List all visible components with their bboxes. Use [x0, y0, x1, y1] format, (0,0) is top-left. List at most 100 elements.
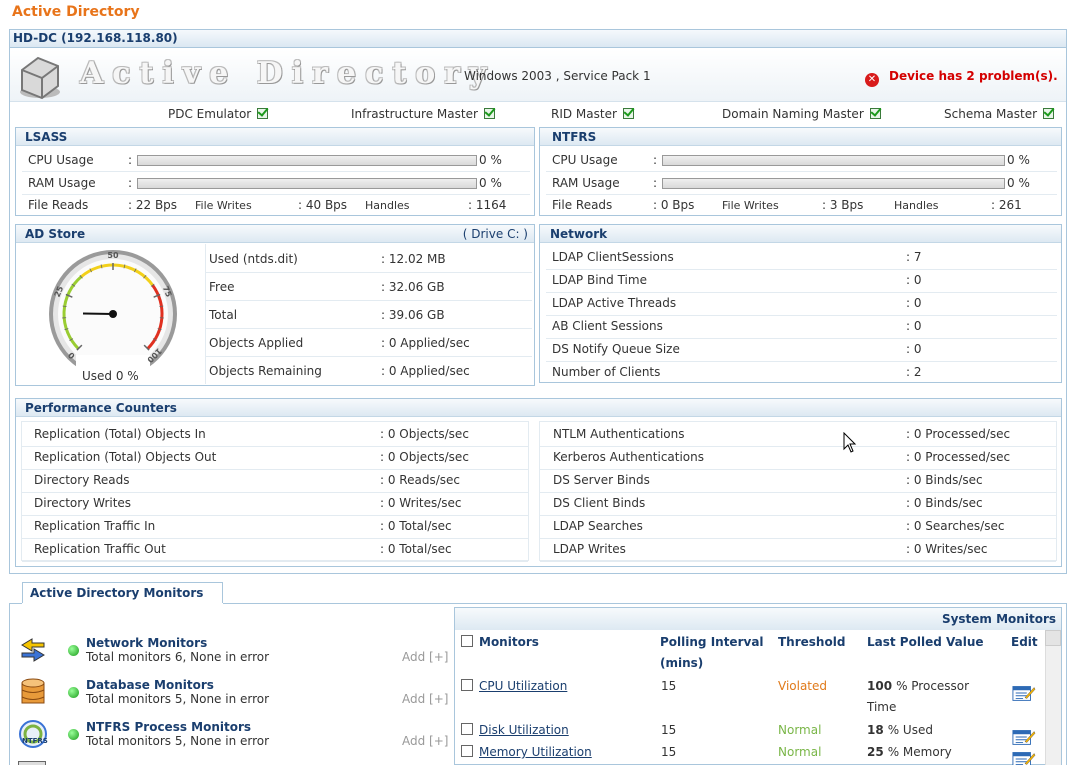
database-monitors-icon — [21, 678, 45, 704]
lsass-writes-value: : 40 Bps — [298, 198, 348, 212]
row-divider — [546, 361, 1057, 362]
network-row-label: AB Client Sessions — [552, 319, 663, 333]
value-unit: % Processor — [896, 679, 970, 693]
disk-usage-gauge: 0255075100 — [49, 250, 177, 369]
network-monitors-icon — [21, 638, 45, 662]
role-label: Infrastructure Master — [351, 107, 478, 121]
lsass-cpu-bar — [137, 155, 477, 166]
status-ok-icon — [68, 729, 79, 740]
lsass-handles-value: : 1164 — [468, 198, 507, 212]
ad-store-row-label: Objects Applied — [209, 336, 304, 350]
polling-interval: 15 — [661, 679, 677, 693]
monitor-link[interactable]: Memory Utilization — [479, 745, 592, 759]
network-row-label: DS Notify Queue Size — [552, 342, 680, 356]
svg-text:NTFRS: NTFRS — [22, 737, 48, 745]
ad-store-row-value: : 32.06 GB — [381, 280, 445, 294]
database-monitors-summary: Total monitors 5, None in error — [86, 692, 270, 706]
network-row-label: LDAP ClientSessions — [552, 250, 674, 264]
row-checkbox[interactable] — [461, 745, 473, 757]
lsass-ram-bar — [137, 178, 477, 189]
system-monitors-header: System Monitors — [455, 608, 1061, 630]
status-ok-icon — [68, 645, 79, 656]
vertical-scrollbar[interactable] — [1045, 630, 1061, 765]
lsass-ram-value: 0 % — [479, 176, 502, 190]
network-monitors-summary: Total monitors 6, None in error — [86, 650, 270, 664]
mouse-cursor-icon — [843, 432, 857, 453]
lsass-reads-label: File Reads — [28, 198, 89, 212]
edit-icon[interactable] — [1012, 684, 1036, 702]
row-divider — [546, 269, 1057, 270]
row-checkbox[interactable] — [461, 679, 473, 691]
network-row-value: : 0 — [906, 273, 922, 287]
add-database-monitor-button[interactable]: Add [+] — [402, 692, 448, 706]
add-network-monitor-button[interactable]: Add [+] — [402, 650, 448, 664]
ntfrs-handles-label: Handles — [894, 199, 939, 212]
threshold-status: Normal — [778, 723, 822, 737]
ad-store-row-label: Total — [209, 308, 238, 322]
banner-title: Active Directory — [80, 56, 496, 91]
row-divider — [546, 338, 1057, 339]
ntfrs-reads-label: File Reads — [552, 198, 613, 212]
problem-status[interactable]: ✕ Device has 2 problem(s). — [865, 69, 1058, 87]
network-row-value: : 0 — [906, 342, 922, 356]
active-directory-logo-icon — [20, 56, 60, 100]
ntfrs-process-monitors-link[interactable]: NTFRS Process Monitors — [86, 720, 251, 734]
value-number: 25 — [867, 745, 884, 759]
col-monitors: Monitors — [479, 635, 539, 649]
threshold-status: Normal — [778, 745, 822, 759]
row-checkbox[interactable] — [461, 723, 473, 735]
ntfrs-process-monitors-summary: Total monitors 5, None in error — [86, 734, 270, 748]
role-label: Schema Master — [944, 107, 1038, 121]
ad-store-row-label: Objects Remaining — [209, 364, 322, 378]
row-divider — [22, 561, 528, 562]
network-monitors-link[interactable]: Network Monitors — [86, 636, 207, 650]
tab-label: Active Directory Monitors — [30, 586, 204, 600]
ntfrs-title: NTFRS — [552, 130, 597, 144]
lsass-cpu-label: CPU Usage — [28, 153, 94, 167]
ad-store-row-value: : 39.06 GB — [381, 308, 445, 322]
add-ntfrs-monitor-button[interactable]: Add [+] — [402, 734, 448, 748]
monitor-link[interactable]: CPU Utilization — [479, 679, 567, 693]
select-all-checkbox[interactable] — [461, 635, 473, 647]
polling-interval: 15 — [661, 745, 677, 759]
ntfrs-panel: NTFRS CPU Usage : 0 % RAM Usage : 0 % Fi… — [539, 127, 1062, 216]
role-schema-master: Schema Master — [944, 107, 1055, 121]
lsass-ram-label: RAM Usage — [28, 176, 96, 190]
ad-store-row-value: : 12.02 MB — [381, 252, 446, 266]
polling-interval: 15 — [661, 723, 677, 737]
database-monitors-link[interactable]: Database Monitors — [86, 678, 214, 692]
edit-icon[interactable] — [1012, 750, 1036, 765]
os-version: Windows 2003 , Service Pack 1 — [464, 69, 651, 83]
network-row-value: : 0 — [906, 296, 922, 310]
lsass-writes-label: File Writes — [195, 199, 252, 212]
gauge-caption: Used 0 % — [82, 369, 139, 383]
perf-left-frame — [21, 421, 529, 561]
network-panel: Network LDAP ClientSessions: 7 LDAP Bind … — [539, 224, 1062, 383]
ntfrs-process-monitors-icon: NTFRS — [19, 720, 48, 748]
row-divider — [540, 561, 1056, 562]
ad-store-row-label: Used (ntds.dit) — [209, 252, 298, 266]
monitor-link[interactable]: Disk Utilization — [479, 723, 569, 737]
scroll-up-button[interactable] — [1045, 630, 1061, 646]
lsass-reads-value: : 22 Bps — [128, 198, 178, 212]
performance-counters-panel: Performance Counters Replication (Total)… — [15, 398, 1062, 567]
gauge-tick-label: 50 — [107, 251, 119, 260]
last-polled-value: 18% Used — [867, 723, 933, 737]
network-title: Network — [550, 227, 608, 241]
col-threshold: Threshold — [778, 635, 846, 649]
ad-store-title: AD Store — [25, 227, 86, 241]
last-polled-value: 25% Memory — [867, 745, 952, 759]
row-divider — [206, 300, 532, 301]
network-row-label: LDAP Active Threads — [552, 296, 677, 310]
ad-store-drive: ( Drive C: ) — [462, 227, 528, 241]
row-divider — [546, 292, 1057, 293]
tab-active-directory-monitors[interactable]: Active Directory Monitors — [22, 582, 223, 604]
ad-store-row-value: : 0 Applied/sec — [381, 364, 470, 378]
edit-icon[interactable] — [1012, 728, 1036, 746]
threshold-status: Violated — [778, 679, 828, 693]
col-polling-unit: (mins) — [660, 656, 704, 670]
row-divider — [206, 356, 532, 357]
last-polled-value: 100% Processor — [867, 679, 969, 693]
network-row-value: : 0 — [906, 319, 922, 333]
value-unit: % Used — [887, 723, 933, 737]
